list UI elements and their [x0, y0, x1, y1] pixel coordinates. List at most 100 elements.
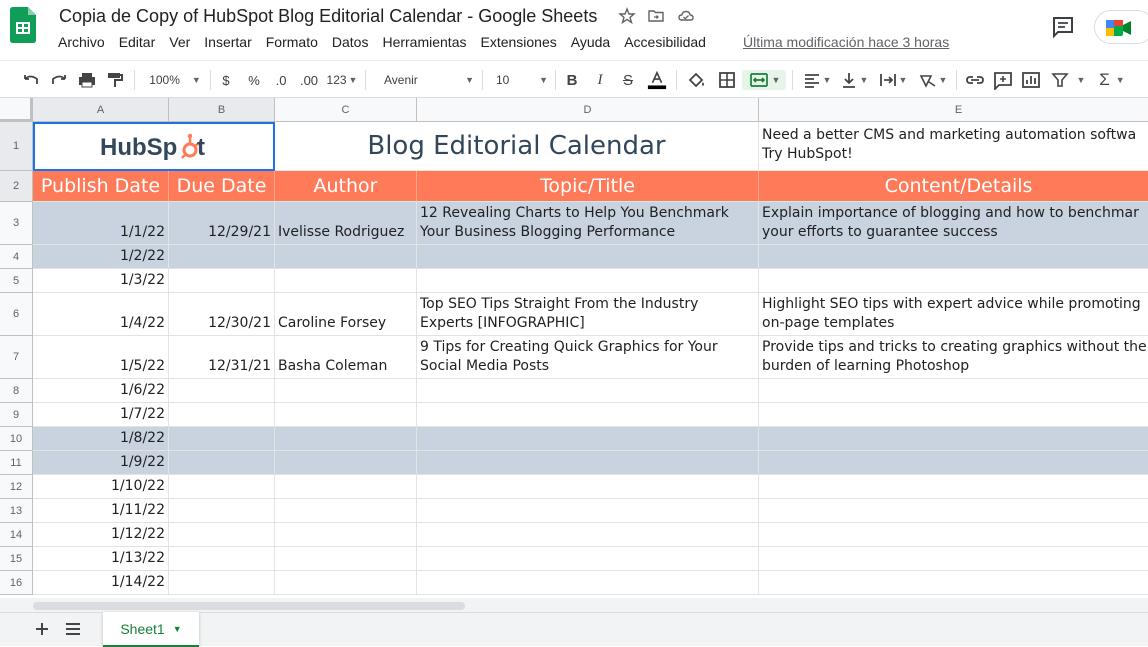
font-select[interactable]: Avenir ▼ [376, 70, 474, 90]
menu-accesibilidad[interactable]: Accesibilidad [624, 34, 706, 52]
font-size-select[interactable]: 10 ▼ [490, 70, 548, 90]
row-header-9[interactable]: 9 [0, 403, 33, 427]
print-icon[interactable] [76, 70, 98, 90]
row-header-16[interactable]: 16 [0, 571, 33, 595]
author-cell[interactable] [275, 571, 417, 595]
details-cell[interactable] [759, 571, 1148, 595]
hubspot-logo-cell[interactable]: HubSp t [33, 122, 275, 171]
bold-icon[interactable]: B [562, 70, 582, 90]
chevron-down-icon[interactable]: ▼ [173, 624, 182, 634]
row-header-5[interactable]: 5 [0, 269, 33, 293]
due-date-cell[interactable] [169, 547, 275, 571]
filter-button[interactable]: ▼ [1050, 70, 1086, 90]
menu-formato[interactable]: Formato [266, 34, 318, 52]
due-date-cell[interactable] [169, 451, 275, 475]
currency-button[interactable]: $ [218, 70, 234, 90]
author-cell[interactable] [275, 499, 417, 523]
topic-cell[interactable] [417, 427, 759, 451]
details-cell[interactable]: Highlight SEO tips with expert advice wh… [759, 293, 1148, 336]
due-date-cell[interactable] [169, 403, 275, 427]
details-cell[interactable] [759, 499, 1148, 523]
increase-decimal-button[interactable]: .00 [297, 70, 321, 90]
select-all-corner[interactable] [0, 98, 33, 122]
due-date-cell[interactable] [169, 269, 275, 293]
header-topic-title[interactable]: Topic/Title [417, 171, 759, 202]
fill-color-icon[interactable] [686, 70, 708, 90]
author-cell[interactable] [275, 245, 417, 269]
details-cell[interactable] [759, 451, 1148, 475]
details-cell[interactable] [759, 523, 1148, 547]
author-cell[interactable] [275, 269, 417, 293]
due-date-cell[interactable] [169, 379, 275, 403]
publish-date-cell[interactable]: 1/11/22 [33, 499, 169, 523]
topic-cell[interactable] [417, 451, 759, 475]
topic-cell[interactable] [417, 523, 759, 547]
due-date-cell[interactable]: 12/29/21 [169, 202, 275, 245]
paint-format-icon[interactable] [104, 70, 126, 90]
horizontal-scrollbar[interactable] [33, 602, 465, 610]
topic-cell[interactable] [417, 379, 759, 403]
publish-date-cell[interactable]: 1/12/22 [33, 523, 169, 547]
publish-date-cell[interactable]: 1/8/22 [33, 427, 169, 451]
publish-date-cell[interactable]: 1/1/22 [33, 202, 169, 245]
more-formats-button[interactable]: 123 ▼ [326, 70, 358, 90]
column-header-a[interactable]: A [33, 98, 169, 122]
menu-ver[interactable]: Ver [169, 34, 190, 52]
publish-date-cell[interactable]: 1/7/22 [33, 403, 169, 427]
topic-cell[interactable]: 9 Tips for Creating Quick Graphics for Y… [417, 336, 759, 379]
menu-ayuda[interactable]: Ayuda [571, 34, 610, 52]
due-date-cell[interactable] [169, 245, 275, 269]
details-cell[interactable]: Explain importance of blogging and how t… [759, 202, 1148, 245]
publish-date-cell[interactable]: 1/10/22 [33, 475, 169, 499]
publish-date-cell[interactable]: 1/3/22 [33, 269, 169, 293]
topic-cell[interactable] [417, 269, 759, 293]
insert-comment-icon[interactable] [992, 70, 1014, 90]
sheets-logo-icon[interactable] [10, 7, 36, 43]
column-header-b[interactable]: B [169, 98, 275, 122]
details-cell[interactable] [759, 245, 1148, 269]
calendar-title[interactable]: Blog Editorial Calendar [275, 122, 759, 171]
due-date-cell[interactable] [169, 427, 275, 451]
zoom-select[interactable]: 100% ▼ [146, 70, 204, 90]
topic-cell[interactable] [417, 245, 759, 269]
menu-extensiones[interactable]: Extensiones [480, 34, 556, 52]
topic-cell[interactable] [417, 547, 759, 571]
details-cell[interactable] [759, 475, 1148, 499]
author-cell[interactable]: Ivelisse Rodriguez [275, 202, 417, 245]
vertical-align-button[interactable]: ▼ [838, 70, 870, 90]
star-icon[interactable] [618, 7, 636, 25]
author-cell[interactable] [275, 547, 417, 571]
details-cell[interactable] [759, 403, 1148, 427]
spreadsheet-grid[interactable]: A B C D E 1 2 3 4 5 6 7 8 9 10 11 12 13 … [0, 98, 1148, 598]
row-header-13[interactable]: 13 [0, 499, 33, 523]
menu-herramientas[interactable]: Herramientas [382, 34, 466, 52]
percent-button[interactable]: % [245, 70, 263, 90]
insert-link-icon[interactable] [964, 70, 986, 90]
publish-date-cell[interactable]: 1/13/22 [33, 547, 169, 571]
publish-date-cell[interactable]: 1/4/22 [33, 293, 169, 336]
row-header-12[interactable]: 12 [0, 475, 33, 499]
row-header-6[interactable]: 6 [0, 293, 33, 336]
details-cell[interactable] [759, 427, 1148, 451]
publish-date-cell[interactable]: 1/14/22 [33, 571, 169, 595]
row-header-14[interactable]: 14 [0, 523, 33, 547]
row-header-2[interactable]: 2 [0, 171, 33, 202]
header-content-details[interactable]: Content/Details [759, 171, 1148, 202]
row-header-4[interactable]: 4 [0, 245, 33, 269]
row-header-8[interactable]: 8 [0, 379, 33, 403]
due-date-cell[interactable] [169, 475, 275, 499]
topic-cell[interactable] [417, 571, 759, 595]
comments-icon[interactable] [1050, 14, 1076, 40]
due-date-cell[interactable] [169, 571, 275, 595]
add-sheet-icon[interactable] [34, 621, 50, 637]
promo-cell[interactable]: Need a better CMS and marketing automati… [759, 122, 1148, 171]
row-header-10[interactable]: 10 [0, 427, 33, 451]
column-header-c[interactable]: C [275, 98, 417, 122]
move-folder-icon[interactable] [647, 7, 665, 25]
decrease-decimal-button[interactable]: .0 [270, 70, 292, 90]
row-header-1[interactable]: 1 [0, 122, 33, 171]
strikethrough-icon[interactable]: S [618, 70, 638, 90]
author-cell[interactable] [275, 523, 417, 547]
publish-date-cell[interactable]: 1/2/22 [33, 245, 169, 269]
row-header-15[interactable]: 15 [0, 547, 33, 571]
